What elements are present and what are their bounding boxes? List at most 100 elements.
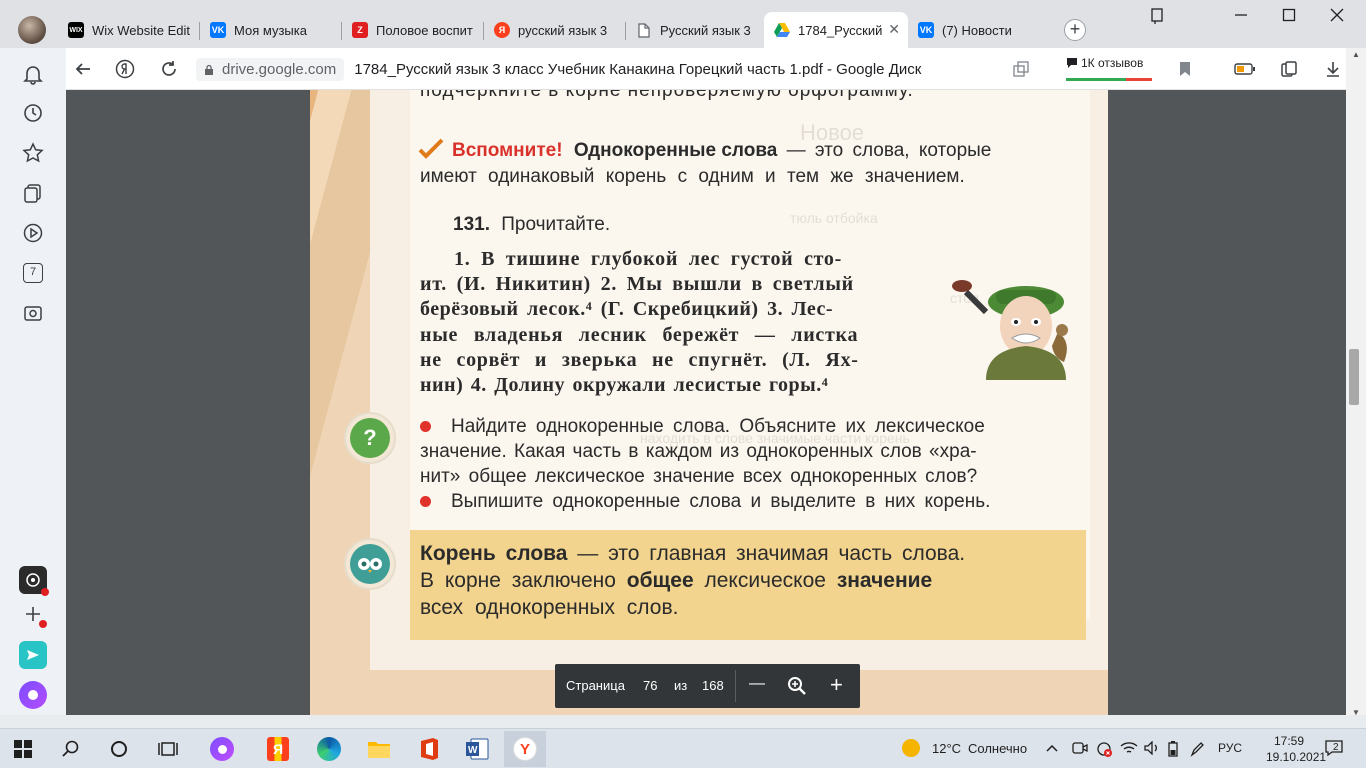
cortana-icon[interactable] [106, 737, 132, 761]
alice-icon[interactable] [19, 681, 47, 709]
poem-line: 1. В тишине глубокой лес густой сто- [454, 248, 842, 270]
tab-zen[interactable]: Z Половое воспит [344, 12, 484, 48]
minimize-icon[interactable] [1218, 8, 1264, 27]
poem-line: не сорвёт и зверька не спугнёт. (Л. Ях- [420, 349, 859, 371]
url-domain: drive.google.com [196, 57, 345, 81]
chevron-up-icon[interactable] [1046, 741, 1058, 756]
task-line: Выпишите однокоренные слова и выделите в… [420, 491, 990, 513]
checkmark-icon [418, 138, 444, 165]
yandex-browser-taskbar-icon[interactable]: Я [265, 737, 291, 761]
extensions-icon[interactable] [1278, 58, 1300, 80]
reviews-label: 1К отзывов [1081, 56, 1144, 70]
close-window-icon[interactable] [1314, 8, 1360, 27]
send-icon[interactable] [19, 641, 47, 669]
word-icon[interactable]: W [464, 737, 490, 761]
bell-icon[interactable] [21, 62, 45, 86]
page-label: Страница [566, 678, 625, 693]
rule-line-3: всех однокоренных слов. [420, 596, 679, 619]
address-bar[interactable]: drive.google.com 1784_Русский язык 3 кла… [196, 56, 921, 82]
alice-taskbar-icon[interactable] [209, 737, 235, 761]
address-toolbar: drive.google.com 1784_Русский язык 3 кла… [66, 48, 1366, 90]
windows-taskbar: Я W Y 12°C Солнечно РУС 17:59 19.10.2021… [0, 728, 1366, 768]
notifications-icon[interactable]: 2 [1324, 738, 1344, 761]
notification-count: 2 [1333, 742, 1339, 753]
battery-icon[interactable] [1234, 58, 1256, 80]
windows-start-icon[interactable] [10, 737, 36, 761]
zoom-icon[interactable] [787, 676, 807, 699]
vk-icon: VK [918, 22, 934, 38]
yandex-taskbar-active[interactable]: Y [504, 731, 546, 767]
battery-tray-icon[interactable] [1168, 741, 1178, 760]
zen-icon: Z [352, 22, 368, 38]
url-page-title: 1784_Русский язык 3 класс Учебник Канаки… [354, 60, 922, 78]
svg-text:W: W [468, 745, 478, 756]
pdf-viewer[interactable]: Новое тюль отбойка стол находить в слове… [66, 90, 1346, 720]
zoom-in-button[interactable]: + [830, 672, 843, 698]
wifi-icon[interactable] [1120, 741, 1138, 758]
question-badge-icon: ? [344, 412, 396, 464]
tab-vk-music[interactable]: VK Моя музыка [202, 12, 342, 48]
back-arrow-icon[interactable] [72, 58, 94, 80]
profile-avatar[interactable] [18, 16, 46, 44]
scrollbar-thumb[interactable] [1349, 349, 1359, 405]
screenshot-icon[interactable] [21, 301, 45, 325]
clock-date: 19.10.2021 [1266, 750, 1327, 764]
download-icon[interactable] [1322, 58, 1344, 80]
tab-pin-icon[interactable] [1134, 8, 1180, 29]
lock-icon [205, 64, 213, 75]
clock-time: 17:59 [1273, 734, 1305, 748]
scroll-up-icon[interactable]: ▲ [1352, 50, 1360, 59]
new-tab-button[interactable]: + [1064, 19, 1086, 41]
weather-temp: 12°C [932, 741, 962, 756]
exercise-header: 131. Прочитайте. [453, 214, 611, 235]
cut-top-line: подчеркните в корне непроверяемую орфогр… [420, 90, 914, 101]
tab-google-drive-active[interactable]: 1784_Русский ✕ [764, 12, 908, 48]
record-icon[interactable] [19, 566, 49, 596]
tab-label: Wix Website Edit [92, 22, 191, 38]
clock[interactable]: 17:59 19.10.2021 [1266, 734, 1327, 764]
meet-icon[interactable] [1072, 741, 1088, 758]
network-error-icon[interactable] [1096, 741, 1112, 760]
copy-link-icon[interactable] [1010, 58, 1032, 80]
calendar-badge-icon[interactable]: 7 [21, 261, 45, 285]
pen-icon[interactable] [1190, 741, 1204, 760]
rule-line-1: Корень слова — это главная значимая част… [420, 542, 966, 565]
yandex-logo-icon[interactable] [114, 58, 136, 80]
zoom-out-button[interactable]: — [749, 675, 765, 693]
weather-icon[interactable] [902, 739, 920, 760]
reviews-widget[interactable]: 1К отзывов [1066, 56, 1152, 81]
reload-icon[interactable] [158, 58, 180, 80]
maximize-icon[interactable] [1266, 8, 1312, 27]
poem-line: ные владенья лесник бережёт — листка [420, 324, 859, 346]
star-icon[interactable] [21, 141, 45, 165]
close-icon[interactable]: ✕ [888, 21, 900, 38]
task-view-icon[interactable] [155, 737, 181, 761]
task-line: Найдите однокоренные слова. Объясните их… [420, 416, 985, 438]
poem-line: нин) 4. Долину окружали лесистые горы.⁴ [420, 374, 829, 396]
document-icon [636, 22, 652, 38]
total-pages: 168 [702, 678, 724, 693]
tab-document[interactable]: Русский язык 3 [628, 12, 764, 48]
vk-icon: VK [210, 22, 226, 38]
play-icon[interactable] [21, 221, 45, 245]
tab-vk-news[interactable]: VK (7) Новости [910, 12, 1050, 48]
task-line: нит» общее лексическое значение всех одн… [420, 466, 978, 487]
volume-icon[interactable] [1144, 740, 1162, 758]
tab-label: Половое воспит [376, 22, 473, 38]
collections-icon[interactable] [21, 181, 45, 205]
bullet-icon [420, 496, 431, 508]
tab-wix[interactable]: WIX Wix Website Edit [60, 12, 200, 48]
file-explorer-icon[interactable] [366, 737, 392, 761]
bookmark-icon[interactable] [1174, 58, 1196, 80]
language-indicator[interactable]: РУС [1218, 741, 1242, 755]
edge-icon[interactable] [316, 737, 342, 761]
weather-text: Солнечно [968, 741, 1028, 756]
history-icon[interactable] [21, 101, 45, 125]
tab-yandex-search[interactable]: Я русский язык 3 [486, 12, 626, 48]
pdf-page-controls: Страница 76 из 168 — + [555, 664, 860, 708]
add-icon[interactable] [19, 600, 47, 628]
search-icon[interactable] [58, 737, 84, 761]
office-icon[interactable] [416, 737, 442, 761]
bullet-icon [420, 421, 431, 433]
current-page[interactable]: 76 [643, 678, 657, 693]
